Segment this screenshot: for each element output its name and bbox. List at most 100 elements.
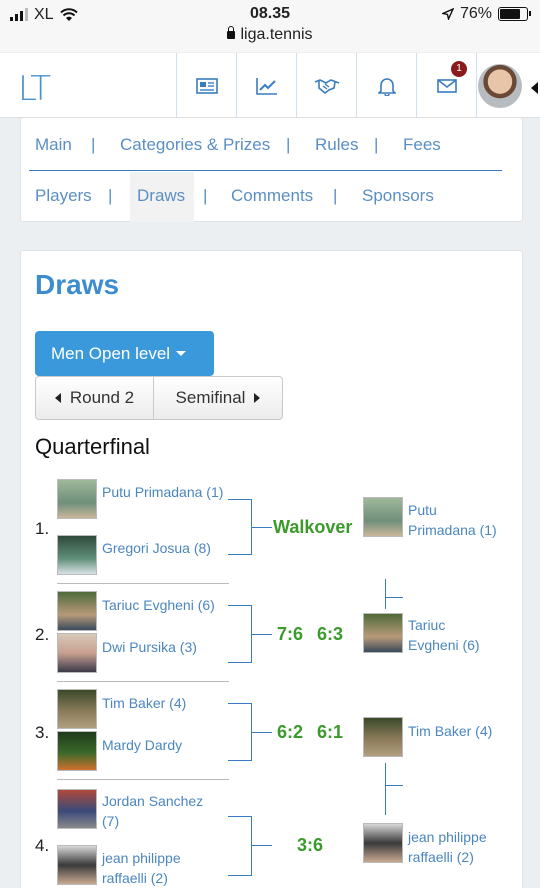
player-name-link[interactable]: Mardy Dardy bbox=[102, 735, 182, 755]
caret-down-icon bbox=[176, 351, 187, 356]
winner-name-link[interactable]: Tim Baker (4) bbox=[408, 721, 508, 741]
category-dropdown-label: Men Open level bbox=[51, 343, 171, 363]
handshake-icon bbox=[314, 78, 339, 94]
bracket-line bbox=[252, 634, 272, 635]
bracket-line bbox=[228, 816, 252, 876]
category-dropdown[interactable]: Men Open level bbox=[35, 331, 214, 376]
bracket-line bbox=[252, 732, 272, 733]
url-text: liga.tennis bbox=[240, 26, 313, 43]
tab-separator: | bbox=[91, 135, 96, 154]
tab-draws[interactable]: Draws bbox=[137, 186, 185, 206]
winner-name-link[interactable]: jean philippe raffaelli (2) bbox=[408, 827, 518, 867]
messages-button[interactable]: 1 bbox=[416, 53, 476, 118]
player-name-link[interactable]: jean philippe raffaelli (2) bbox=[102, 848, 222, 888]
winner-name-link[interactable]: Putu Primadana (1) bbox=[408, 500, 498, 540]
lock-icon bbox=[227, 26, 236, 39]
winner-photo[interactable] bbox=[363, 823, 403, 863]
bracket-line bbox=[385, 763, 386, 815]
tab-players[interactable]: Players bbox=[35, 186, 92, 206]
bracket-line bbox=[252, 527, 272, 528]
match-number: 1. bbox=[35, 519, 50, 538]
match-score: 3:6 bbox=[297, 835, 324, 855]
tab-rules[interactable]: Rules bbox=[315, 135, 358, 155]
tab-separator: | bbox=[333, 186, 338, 205]
bracket-line bbox=[385, 597, 403, 598]
winner-photo[interactable] bbox=[363, 613, 403, 653]
player-name-link[interactable]: Dwi Pursika (3) bbox=[102, 637, 197, 657]
battery-icon bbox=[498, 7, 531, 21]
notifications-button[interactable] bbox=[356, 53, 416, 118]
match-score: 6:1 bbox=[317, 722, 344, 742]
previous-round-label: Round 2 bbox=[69, 388, 135, 407]
address-bar[interactable]: liga.tennis bbox=[0, 26, 540, 44]
partners-button[interactable] bbox=[296, 53, 356, 118]
top-navigation: LT 1 bbox=[0, 53, 540, 118]
match-divider bbox=[57, 681, 229, 682]
tab-categories-prizes[interactable]: Categories & Prizes bbox=[120, 135, 270, 155]
page-title: Draws bbox=[35, 269, 120, 300]
match-score: 7:6 bbox=[277, 624, 304, 644]
match-number: 4. bbox=[35, 836, 50, 855]
bracket-line bbox=[385, 785, 403, 786]
menu-caret-icon[interactable] bbox=[531, 82, 538, 94]
status-bar: XL 08.35 76% liga.tennis bbox=[0, 0, 540, 52]
match-divider bbox=[57, 583, 229, 584]
winner-name-link[interactable]: Tariuc Evgheni (6) bbox=[408, 615, 498, 655]
tab-row-divider bbox=[29, 170, 502, 171]
player-photo[interactable] bbox=[57, 633, 97, 673]
player-photo[interactable] bbox=[57, 845, 97, 885]
bracket-line bbox=[228, 703, 252, 761]
match-score: Walkover bbox=[273, 517, 353, 537]
player-photo[interactable] bbox=[57, 535, 97, 575]
player-photo[interactable] bbox=[57, 789, 97, 829]
player-photo[interactable] bbox=[57, 731, 97, 771]
bracket-line bbox=[252, 845, 272, 846]
next-round-button[interactable]: Semifinal bbox=[154, 377, 282, 419]
tab-comments[interactable]: Comments bbox=[231, 186, 313, 206]
match-score: 6:3 bbox=[317, 624, 344, 644]
tab-separator: | bbox=[203, 186, 208, 205]
winner-photo[interactable] bbox=[363, 717, 403, 757]
tabs-panel: Main | Categories & Prizes | Rules | Fee… bbox=[20, 118, 523, 222]
winner-photo[interactable] bbox=[363, 497, 403, 537]
tab-sponsors[interactable]: Sponsors bbox=[362, 186, 434, 206]
battery-area: 76% bbox=[441, 5, 531, 23]
tab-separator: | bbox=[108, 186, 113, 205]
news-button[interactable] bbox=[176, 53, 236, 118]
envelope-icon bbox=[436, 78, 457, 93]
tab-separator: | bbox=[286, 135, 291, 154]
player-name-link[interactable]: Gregori Josua (8) bbox=[102, 538, 211, 558]
round-title: Quarterfinal bbox=[35, 434, 150, 459]
player-photo[interactable] bbox=[57, 479, 97, 519]
bracket-line bbox=[228, 499, 252, 555]
player-name-link[interactable]: Tariuc Evgheni (6) bbox=[102, 595, 215, 615]
match-divider bbox=[57, 779, 229, 780]
player-photo[interactable] bbox=[57, 591, 97, 631]
tab-separator: | bbox=[374, 135, 379, 154]
round-navigation: Round 2 Semifinal bbox=[35, 376, 283, 420]
tab-fees[interactable]: Fees bbox=[403, 135, 441, 155]
location-arrow-icon bbox=[441, 8, 454, 20]
tab-main[interactable]: Main bbox=[35, 135, 72, 155]
player-name-link[interactable]: Jordan Sanchez (7) bbox=[102, 791, 222, 831]
chart-line-icon bbox=[255, 77, 277, 95]
caret-left-icon bbox=[54, 393, 61, 403]
previous-round-button[interactable]: Round 2 bbox=[36, 377, 154, 419]
bell-icon bbox=[377, 77, 396, 96]
match-score: 6:2 bbox=[277, 722, 304, 742]
stats-button[interactable] bbox=[236, 53, 296, 118]
draws-panel: Draws Men Open level Round 2 Semifinal Q… bbox=[20, 250, 523, 888]
battery-percent: 76% bbox=[459, 5, 492, 22]
match-number: 3. bbox=[35, 723, 50, 742]
next-round-label: Semifinal bbox=[175, 388, 246, 407]
match-number: 2. bbox=[35, 625, 50, 644]
site-logo[interactable]: LT bbox=[18, 69, 51, 109]
player-name-link[interactable]: Tim Baker (4) bbox=[102, 693, 186, 713]
newspaper-icon bbox=[195, 77, 218, 94]
player-name-link[interactable]: Putu Primadana (1) bbox=[102, 482, 232, 502]
caret-right-icon bbox=[254, 393, 261, 403]
user-avatar[interactable] bbox=[478, 64, 522, 108]
player-photo[interactable] bbox=[57, 689, 97, 729]
bracket-line bbox=[385, 579, 386, 609]
message-count-badge: 1 bbox=[451, 61, 467, 77]
